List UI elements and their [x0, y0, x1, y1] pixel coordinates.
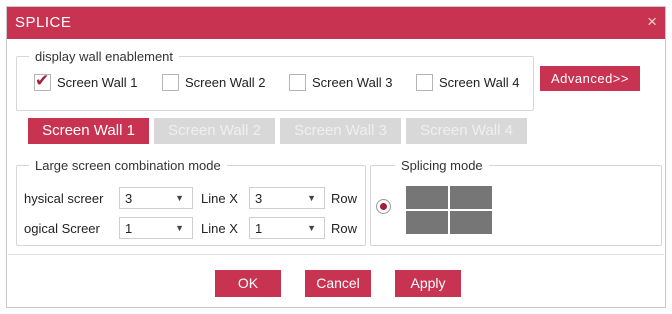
screen-wall-2-label: Screen Wall 2 — [185, 74, 266, 90]
ok-button[interactable]: OK — [215, 270, 281, 297]
chevron-down-icon[interactable]: ▼ — [175, 223, 184, 233]
splicing-mode-radio[interactable] — [376, 199, 391, 214]
screen-wall-1-checkbox[interactable]: ✔ Screen Wall 1 — [34, 70, 137, 94]
cancel-button[interactable]: Cancel — [305, 270, 371, 297]
physical-line-dropdown[interactable]: 3 ▼ — [119, 187, 193, 209]
chevron-down-icon[interactable]: ▼ — [307, 223, 316, 233]
checkbox-icon[interactable]: ✔ — [34, 70, 51, 91]
screen-wall-4-label: Screen Wall 4 — [439, 74, 520, 90]
logical-line-dropdown[interactable]: 1 ▼ — [119, 217, 193, 239]
screen-wall-2-checkbox[interactable]: Screen Wall 2 — [162, 70, 265, 94]
logical-line-x-label: Line X — [201, 221, 238, 236]
screen-wall-3-checkbox[interactable]: Screen Wall 3 — [289, 70, 392, 94]
checkbox-icon[interactable] — [162, 73, 179, 91]
screen-wall-1-label: Screen Wall 1 — [57, 74, 138, 90]
radio-selected-icon — [380, 203, 387, 210]
physical-row-dropdown[interactable]: 3 ▼ — [249, 187, 325, 209]
title-bar[interactable]: SPLICE × — [7, 7, 665, 39]
grid-cell — [450, 186, 492, 209]
logical-row-value: 1 — [255, 221, 263, 236]
logical-screen-label: ogical Screer — [24, 221, 100, 236]
checkbox-icon[interactable] — [416, 73, 433, 91]
dialog-title: SPLICE — [15, 14, 72, 31]
splicing-mode-legend: Splicing mode — [401, 158, 483, 173]
combination-mode-legend: Large screen combination mode — [35, 158, 221, 173]
physical-screen-label: hysical screer — [24, 191, 104, 206]
physical-line-value: 3 — [125, 191, 133, 206]
footer-divider — [8, 254, 664, 255]
grid-cell — [450, 211, 492, 234]
close-icon[interactable]: × — [647, 12, 657, 32]
tab-screen-wall-4[interactable]: Screen Wall 4 — [406, 118, 527, 144]
logical-line-value: 1 — [125, 221, 133, 236]
logical-row-dropdown[interactable]: 1 ▼ — [249, 217, 325, 239]
chevron-down-icon[interactable]: ▼ — [175, 193, 184, 203]
advanced-button[interactable]: Advanced>> — [540, 66, 640, 91]
grid-cell — [406, 186, 448, 209]
tab-screen-wall-1[interactable]: Screen Wall 1 — [28, 118, 149, 144]
physical-row-label: Row — [331, 191, 358, 206]
screen-wall-3-label: Screen Wall 3 — [312, 74, 393, 90]
screen-wall-4-checkbox[interactable]: Screen Wall 4 — [416, 70, 519, 94]
logical-row-label: Row — [331, 221, 358, 236]
display-wall-enablement-legend: display wall enablement — [35, 49, 174, 64]
checkmark-icon: ✔ — [35, 70, 50, 90]
checkbox-icon[interactable] — [289, 73, 306, 91]
apply-button[interactable]: Apply — [395, 270, 461, 297]
tab-screen-wall-3[interactable]: Screen Wall 3 — [280, 118, 401, 144]
tab-screen-wall-2[interactable]: Screen Wall 2 — [154, 118, 275, 144]
physical-line-x-label: Line X — [201, 191, 238, 206]
physical-row-value: 3 — [255, 191, 263, 206]
chevron-down-icon[interactable]: ▼ — [307, 193, 316, 203]
grid-cell — [406, 211, 448, 234]
